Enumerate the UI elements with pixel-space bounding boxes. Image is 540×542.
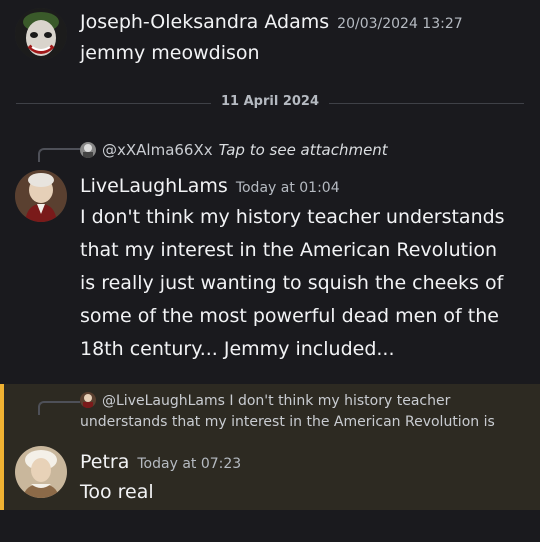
reply-attachment-text[interactable]: Tap to see attachment — [219, 141, 388, 159]
author-label[interactable]: Petra — [80, 451, 129, 473]
message-line-4: some of the most powerful dead men of th… — [80, 305, 499, 327]
portrait-avatar-icon — [15, 446, 67, 498]
reply-connector — [38, 148, 80, 162]
reply-username[interactable]: @xXAlma66Xx — [102, 141, 213, 159]
author-label[interactable]: Joseph-Oleksandra Adams — [80, 11, 329, 33]
message-line-3: is really just wanting to squish the che… — [80, 272, 504, 294]
author-name[interactable]: Joseph-Oleksandra Adams 20/03/2024 13:27 — [80, 11, 463, 33]
reply-preview[interactable]: @LiveLaughLams I don't think my history … — [80, 392, 450, 409]
message-timestamp: Today at 07:23 — [137, 456, 242, 472]
avatar-livelaughlams[interactable] — [15, 170, 67, 222]
message-line-1: I don't think my history teacher underst… — [80, 206, 505, 228]
joker-avatar-icon — [15, 8, 67, 60]
reply-preview[interactable]: @xXAlma66Xx Tap to see attachment — [80, 141, 388, 159]
author-name[interactable]: Petra Today at 07:23 — [80, 451, 241, 473]
message-timestamp: 20/03/2024 13:27 — [337, 16, 463, 32]
reply-avatar-icon — [80, 142, 96, 158]
message-timestamp: Today at 01:04 — [235, 180, 340, 196]
message-text: jemmy meowdison — [80, 42, 260, 64]
reply-preview-text-2[interactable]: understands that my interest in the Amer… — [80, 414, 495, 430]
reply-avatar-icon — [80, 392, 96, 408]
message-line-2: that my interest in the American Revolut… — [80, 239, 498, 261]
date-divider-label: 11 April 2024 — [210, 94, 330, 109]
reply-connector — [38, 401, 80, 415]
message-text: Too real — [80, 481, 154, 503]
portrait-avatar-icon — [15, 170, 67, 222]
reply-username[interactable]: @LiveLaughLams — [102, 393, 225, 409]
avatar-joker[interactable] — [15, 8, 67, 60]
reply-preview-text-1[interactable]: I don't think my history teacher — [229, 393, 450, 409]
message-line-5: 18th century... Jemmy included... — [80, 338, 395, 360]
author-name[interactable]: LiveLaughLams Today at 01:04 — [80, 175, 340, 197]
author-label[interactable]: LiveLaughLams — [80, 175, 228, 197]
avatar-petra[interactable] — [15, 446, 67, 498]
